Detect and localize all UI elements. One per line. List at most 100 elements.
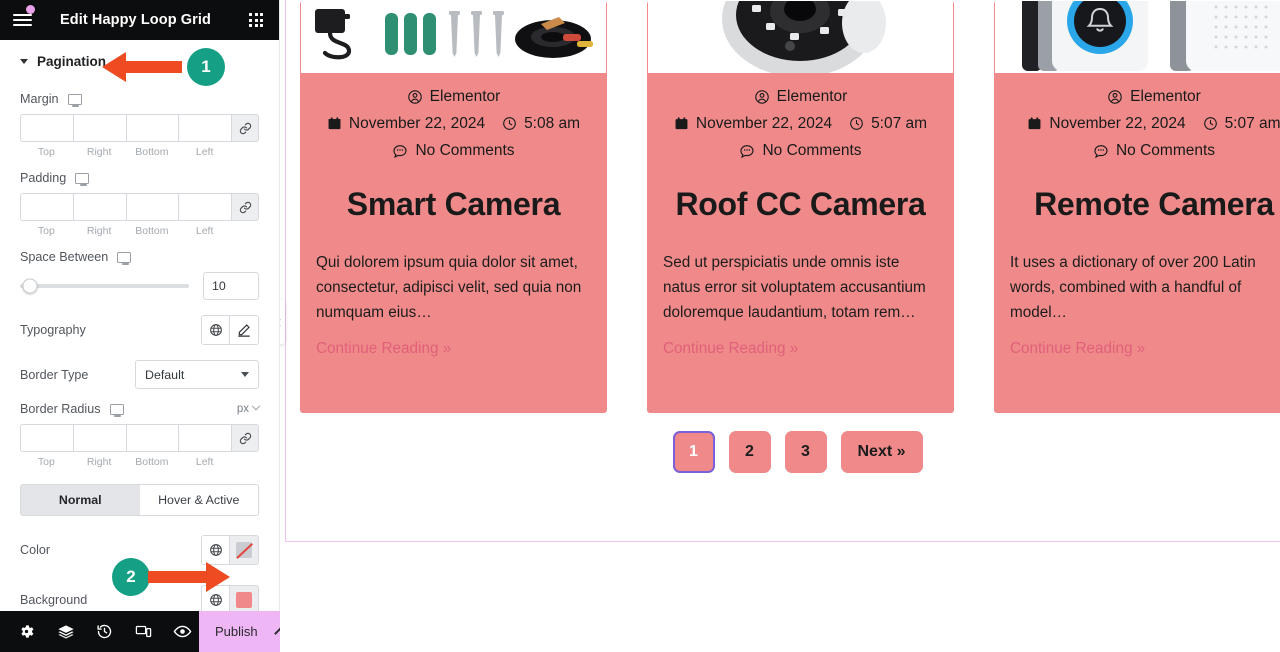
space-between-value[interactable]: 10 bbox=[203, 272, 259, 300]
color-label: Color bbox=[20, 543, 51, 557]
border-radius-link-values-icon[interactable] bbox=[231, 424, 259, 452]
post-time: 5:07 am bbox=[871, 115, 928, 132]
radius-bottom-input[interactable] bbox=[125, 424, 179, 452]
continue-reading-link[interactable]: Continue Reading » bbox=[647, 340, 814, 358]
pagination-page-3[interactable]: 3 bbox=[784, 431, 827, 473]
dome-cctv-camera-image bbox=[648, 1, 953, 73]
panel-header: Edit Happy Loop Grid bbox=[0, 0, 279, 40]
responsive-devices-icon[interactable] bbox=[127, 611, 160, 652]
loop-grid-container[interactable]: Elementor November 22, 2024 5:08 am No C… bbox=[285, 0, 1280, 542]
meta-comments-line: No Comments bbox=[661, 137, 940, 164]
card-excerpt: Sed ut perspiciatis unde omnis iste natu… bbox=[663, 253, 926, 321]
loop-item-card[interactable]: Elementor November 22, 2024 5:07 am No C… bbox=[994, 1, 1280, 413]
typography-buttons bbox=[201, 315, 259, 345]
card-meta: Elementor November 22, 2024 5:07 am No C… bbox=[647, 73, 954, 164]
tab-hover-active[interactable]: Hover & Active bbox=[139, 485, 258, 515]
space-between-slider[interactable] bbox=[20, 278, 189, 294]
radius-bottom-cell: Bottom bbox=[125, 424, 179, 468]
card-title[interactable]: Roof CC Camera bbox=[647, 186, 954, 223]
border-radius-unit-select[interactable]: px bbox=[237, 401, 261, 415]
continue-reading-link[interactable]: Continue Reading » bbox=[994, 340, 1161, 358]
desktop-device-icon[interactable] bbox=[75, 172, 90, 186]
globe-icon[interactable] bbox=[202, 536, 230, 564]
padding-row-label: Padding bbox=[20, 171, 259, 186]
date-group: November 22, 2024 bbox=[327, 110, 485, 137]
desktop-device-icon[interactable] bbox=[109, 403, 124, 417]
pagination-page-2[interactable]: 2 bbox=[728, 431, 771, 473]
history-revisions-icon[interactable] bbox=[88, 611, 121, 652]
margin-left-input[interactable] bbox=[178, 114, 231, 142]
panel-collapse-handle[interactable] bbox=[280, 300, 285, 344]
comments-group: No Comments bbox=[392, 137, 515, 164]
card-meta: Elementor November 22, 2024 5:07 am No C… bbox=[994, 73, 1280, 164]
page-title: Edit Happy Loop Grid bbox=[59, 12, 212, 28]
background-label: Background bbox=[20, 593, 88, 607]
layers-icon[interactable] bbox=[49, 611, 82, 652]
card-meta: Elementor November 22, 2024 5:08 am No C… bbox=[300, 73, 607, 164]
comment-bubble-icon bbox=[393, 144, 408, 158]
card-title[interactable]: Remote Camera bbox=[994, 186, 1280, 223]
radius-top-cell: Top bbox=[20, 424, 73, 468]
border-type-value: Default bbox=[145, 367, 185, 382]
border-type-select[interactable]: Default bbox=[135, 360, 259, 389]
globe-icon[interactable] bbox=[202, 316, 230, 344]
globe-icon[interactable] bbox=[202, 586, 230, 611]
padding-left-input[interactable] bbox=[178, 193, 231, 221]
date-group: November 22, 2024 bbox=[674, 110, 832, 137]
margin-bottom-input[interactable] bbox=[125, 114, 179, 142]
card-title[interactable]: Smart Camera bbox=[300, 186, 607, 223]
grid-apps-icon[interactable] bbox=[233, 0, 279, 40]
margin-inputs-group: Top Right Bottom Left bbox=[20, 114, 259, 158]
padding-top-input[interactable] bbox=[20, 193, 73, 221]
space-between-row-label: Space Between bbox=[20, 250, 259, 265]
time-group: 5:07 am bbox=[1203, 110, 1280, 137]
radius-right-input[interactable] bbox=[72, 424, 126, 452]
desktop-device-icon[interactable] bbox=[67, 93, 82, 107]
post-date: November 22, 2024 bbox=[348, 115, 486, 132]
margin-top-input[interactable] bbox=[20, 114, 73, 142]
color-swatch-none-icon[interactable] bbox=[230, 536, 258, 564]
continue-reading-link[interactable]: Continue Reading » bbox=[300, 340, 467, 358]
edit-pencil-icon[interactable] bbox=[230, 316, 258, 344]
tab-normal[interactable]: Normal bbox=[21, 485, 140, 515]
background-color-swatch[interactable] bbox=[230, 586, 258, 611]
hamburger-menu-icon[interactable] bbox=[0, 0, 44, 40]
padding-bottom-input[interactable] bbox=[125, 193, 179, 221]
padding-link-values-icon[interactable] bbox=[231, 193, 259, 221]
elementor-editor: Edit Happy Loop Grid Pagination Margin T… bbox=[0, 0, 1280, 652]
margin-top-label: Top bbox=[37, 146, 55, 158]
meta-comments-line: No Comments bbox=[1008, 137, 1280, 164]
margin-right-input[interactable] bbox=[72, 114, 126, 142]
calendar-icon bbox=[328, 117, 341, 130]
author-name: Elementor bbox=[429, 88, 501, 105]
margin-bottom-cell: Bottom bbox=[125, 114, 179, 158]
radius-top-input[interactable] bbox=[20, 424, 73, 452]
padding-right-input[interactable] bbox=[72, 193, 126, 221]
comment-bubble-icon bbox=[1094, 144, 1108, 158]
margin-link-values-icon[interactable] bbox=[231, 114, 259, 142]
chevron-left-icon bbox=[280, 318, 283, 326]
slider-knob[interactable] bbox=[22, 278, 38, 294]
margin-left-cell: Left bbox=[178, 114, 231, 158]
radius-left-input[interactable] bbox=[178, 424, 231, 452]
padding-right-cell: Right bbox=[72, 193, 126, 237]
meta-date-time-line: November 22, 2024 5:08 am bbox=[314, 110, 593, 137]
margin-top-cell: Top bbox=[20, 114, 73, 158]
footer-icon-group bbox=[0, 611, 199, 652]
post-time: 5:08 am bbox=[524, 115, 581, 132]
padding-inputs-group: Top Right Bottom Left bbox=[20, 193, 259, 237]
desktop-device-icon[interactable] bbox=[117, 251, 132, 265]
author-name: Elementor bbox=[1130, 88, 1201, 105]
loop-item-card[interactable]: Elementor November 22, 2024 5:08 am No C… bbox=[300, 1, 607, 413]
meta-date-time-line: November 22, 2024 5:07 am bbox=[661, 110, 940, 137]
settings-gear-icon[interactable] bbox=[10, 611, 43, 652]
border-radius-header: Border Radius px bbox=[20, 401, 261, 417]
comments-count: No Comments bbox=[415, 142, 515, 159]
section-header-pagination[interactable]: Pagination bbox=[20, 40, 259, 79]
notification-dot-badge bbox=[26, 5, 35, 14]
preview-eye-icon[interactable] bbox=[166, 611, 199, 652]
space-between-label: Space Between bbox=[20, 250, 109, 264]
pagination-next-button[interactable]: Next » bbox=[840, 431, 923, 473]
pagination-page-1[interactable]: 1 bbox=[672, 431, 715, 473]
loop-item-card[interactable]: Elementor November 22, 2024 5:07 am No C… bbox=[647, 1, 954, 413]
